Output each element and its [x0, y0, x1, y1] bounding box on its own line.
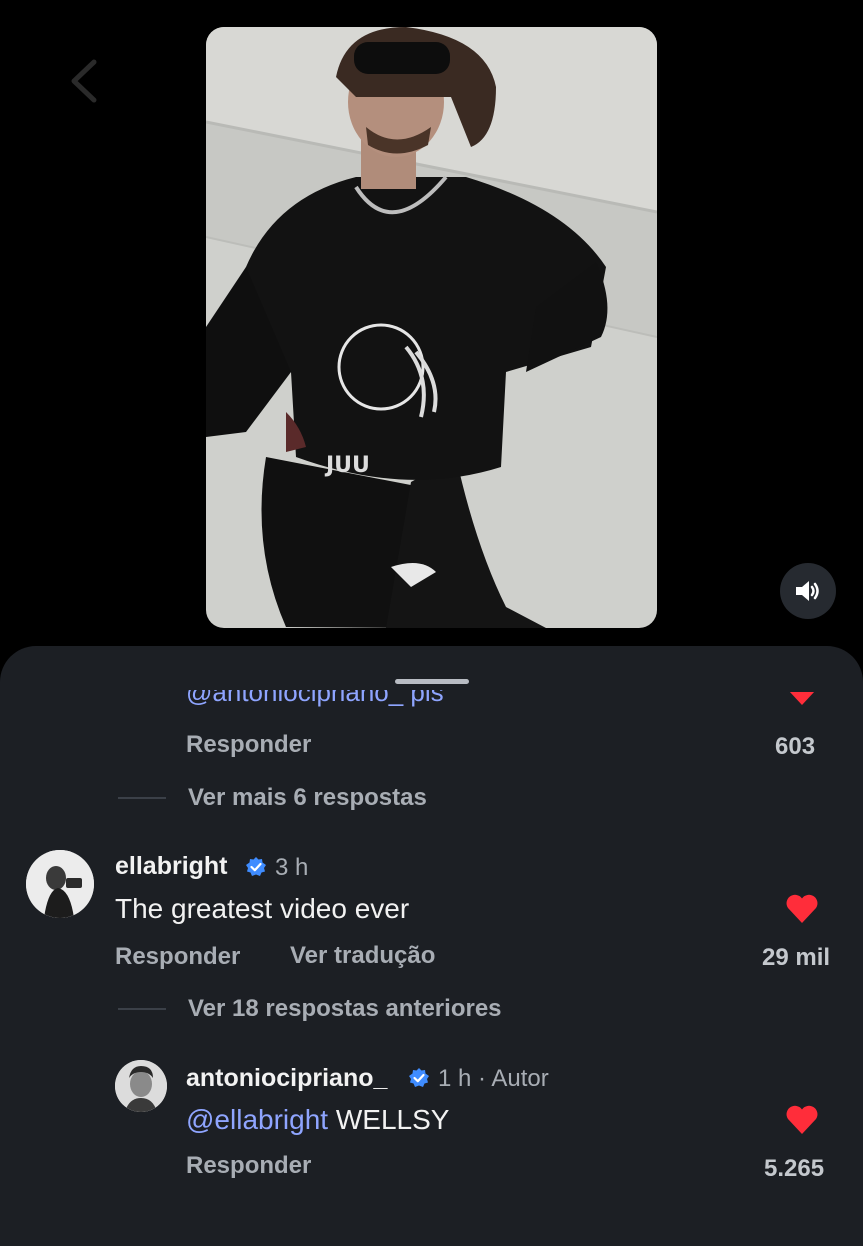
- partial-comment-text: @antoniocipriano_ pls: [186, 690, 444, 707]
- heart-icon[interactable]: [785, 894, 819, 924]
- reply-button[interactable]: Responder: [186, 731, 311, 759]
- mention-link[interactable]: @ellabright: [186, 1104, 328, 1135]
- comment-partial: @antoniocipriano_ pls: [0, 690, 863, 720]
- view-previous-replies-link[interactable]: Ver 18 respostas anteriores: [188, 995, 502, 1023]
- like-count: 29 mil: [762, 944, 831, 971]
- video-player[interactable]: JUU: [206, 27, 657, 628]
- verified-badge-icon: [246, 857, 266, 876]
- avatar-ellabright: [26, 850, 94, 918]
- heart-icon[interactable]: [787, 692, 817, 718]
- svg-text:JUU: JUU: [324, 453, 370, 478]
- avatar-antoniocipriano: [115, 1060, 167, 1112]
- reply-button[interactable]: Responder: [115, 943, 240, 971]
- drag-handle[interactable]: [395, 679, 469, 684]
- replies-divider: [118, 1008, 166, 1010]
- avatar[interactable]: [115, 1060, 167, 1112]
- like-count: 603: [775, 733, 816, 760]
- reply-button[interactable]: Responder: [186, 1152, 311, 1180]
- speaker-on-icon: [796, 581, 819, 601]
- heart-icon[interactable]: [785, 1105, 819, 1135]
- comment-username[interactable]: antoniocipriano_: [186, 1064, 387, 1093]
- sound-toggle-button[interactable]: [780, 563, 836, 619]
- video-frame: JUU: [206, 27, 657, 628]
- see-translation-button[interactable]: Ver tradução: [290, 942, 435, 970]
- verified-badge-icon: [409, 1068, 429, 1087]
- comment-time: 3 h: [275, 854, 309, 881]
- comment-username[interactable]: ellabright: [115, 852, 228, 881]
- view-more-replies-link[interactable]: Ver mais 6 respostas: [188, 784, 427, 812]
- comment-body: WELLSY: [328, 1104, 450, 1135]
- avatar[interactable]: [26, 850, 94, 918]
- back-chevron-icon[interactable]: [64, 58, 104, 104]
- comment-text: @ellabright WELLSY: [186, 1104, 449, 1136]
- comment-time-author: 1 h · Autor: [438, 1065, 549, 1092]
- replies-divider: [118, 797, 166, 799]
- comment-text: The greatest video ever: [115, 893, 410, 924]
- like-count: 5.265: [764, 1155, 825, 1182]
